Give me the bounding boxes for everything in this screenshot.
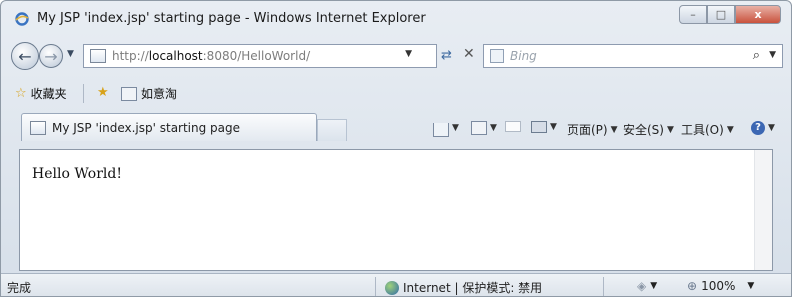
- print-button[interactable]: ▼: [531, 121, 557, 133]
- page-icon: [30, 121, 46, 135]
- favorites-button[interactable]: ☆ 收藏夹: [15, 85, 67, 102]
- feed-icon: [471, 121, 487, 135]
- address-bar[interactable]: http://localhost:8080/HelloWorld/ ▼: [83, 44, 437, 68]
- new-tab-button[interactable]: [317, 119, 347, 141]
- refresh-icon[interactable]: ⇄: [441, 48, 452, 63]
- favorites-label: 收藏夹: [30, 87, 67, 101]
- back-arrow-icon: ←: [18, 46, 32, 66]
- favorites-bar: ☆ 收藏夹 ★ 如意淘: [1, 79, 791, 105]
- star-icon: ☆: [15, 86, 27, 101]
- search-icon[interactable]: ⌕: [753, 48, 760, 63]
- forward-button[interactable]: →: [39, 44, 63, 68]
- bing-icon: [490, 49, 504, 63]
- shield-icon: ◈: [637, 279, 647, 293]
- zoom-icon: ⊕: [687, 279, 698, 293]
- security-zone[interactable]: Internet | 保护模式: 禁用: [385, 279, 542, 296]
- history-dropdown[interactable]: ▼: [67, 49, 74, 59]
- help-button[interactable]: ? ▼: [751, 121, 775, 135]
- window-title: My JSP 'index.jsp' starting page - Windo…: [37, 11, 426, 26]
- browser-window: My JSP 'index.jsp' starting page - Windo…: [0, 0, 792, 297]
- home-icon: [433, 123, 449, 137]
- tab-active[interactable]: My JSP 'index.jsp' starting page: [21, 113, 317, 141]
- title-bar: My JSP 'index.jsp' starting page - Windo…: [1, 1, 791, 35]
- search-dropdown[interactable]: ▼: [769, 50, 776, 60]
- search-input[interactable]: Bing: [510, 49, 537, 63]
- page-icon: [121, 86, 137, 101]
- tools-menu[interactable]: 工具(O) ▼: [681, 121, 734, 138]
- status-text: 完成: [7, 281, 32, 295]
- ie-logo-icon: [15, 12, 29, 26]
- forward-arrow-icon: →: [44, 46, 58, 66]
- protected-mode-button[interactable]: ◈ ▼: [637, 279, 657, 293]
- globe-icon: [385, 280, 399, 295]
- safety-menu[interactable]: 安全(S) ▼: [623, 121, 674, 138]
- print-icon: [531, 121, 547, 133]
- mail-button[interactable]: [505, 121, 521, 132]
- divider: [375, 277, 376, 296]
- divider: [603, 277, 604, 296]
- page-content: Hello World!: [19, 149, 773, 271]
- back-button[interactable]: ←: [11, 42, 39, 70]
- search-box[interactable]: Bing ⌕ ▼: [483, 44, 783, 68]
- favorite-link[interactable]: 如意淘: [121, 85, 177, 102]
- feeds-button[interactable]: ▼: [471, 121, 497, 135]
- address-dropdown[interactable]: ▼: [405, 49, 412, 59]
- add-favorite-button[interactable]: ★: [97, 85, 109, 100]
- stop-icon[interactable]: ✕: [463, 46, 475, 62]
- close-button[interactable]: x: [735, 5, 781, 24]
- window-controls: – □ x: [679, 5, 781, 25]
- help-icon: ?: [751, 121, 765, 135]
- hello-text: Hello World!: [32, 166, 122, 182]
- page-menu[interactable]: 页面(P) ▼: [567, 121, 618, 138]
- home-button[interactable]: ▼: [433, 121, 459, 137]
- maximize-button[interactable]: □: [707, 5, 735, 24]
- status-bar: 完成 Internet | 保护模式: 禁用 ◈ ▼ ⊕ 100% ▼: [1, 273, 791, 296]
- favorite-link-label: 如意淘: [141, 87, 178, 101]
- vertical-scrollbar[interactable]: [754, 150, 772, 270]
- navigation-bar: ← → ▼ http://localhost:8080/HelloWorld/ …: [1, 35, 791, 77]
- mail-icon: [505, 121, 521, 132]
- page-icon: [90, 49, 106, 63]
- address-url[interactable]: http://localhost:8080/HelloWorld/: [112, 49, 310, 63]
- minimize-button[interactable]: –: [679, 5, 707, 24]
- tab-row: My JSP 'index.jsp' starting page ▼ ▼ ▼ 页…: [1, 107, 791, 149]
- divider: [83, 84, 84, 103]
- add-favorite-icon: ★: [97, 85, 109, 100]
- zoom-button[interactable]: ⊕ 100% ▼: [687, 279, 754, 293]
- tab-label: My JSP 'index.jsp' starting page: [52, 121, 241, 135]
